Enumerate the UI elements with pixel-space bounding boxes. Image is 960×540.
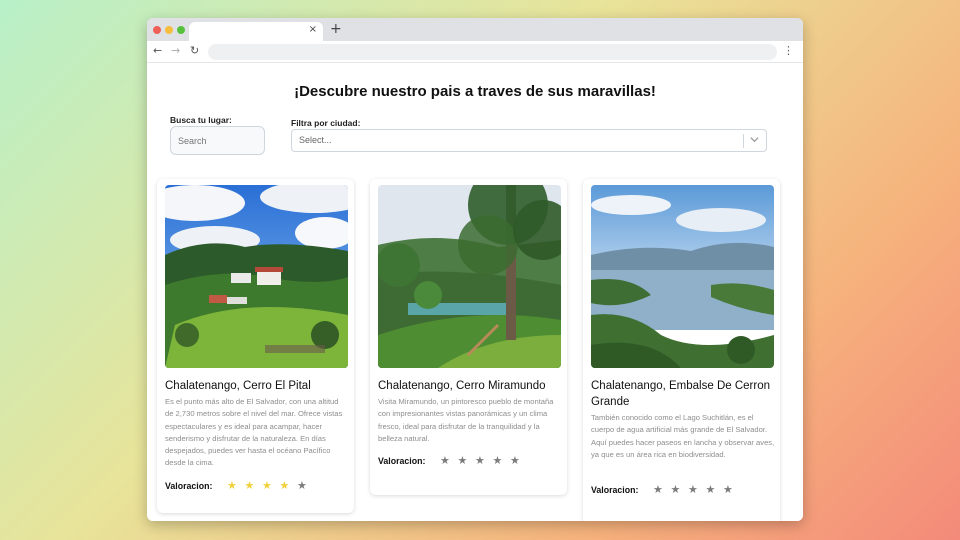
close-tab-icon[interactable]: × — [309, 24, 317, 35]
star-icon[interactable]: ★ — [280, 480, 290, 492]
card-title: Chalatenango, Cerro Miramundo — [378, 380, 546, 392]
star-icon[interactable]: ★ — [227, 480, 237, 492]
star-icon[interactable]: ★ — [723, 484, 733, 496]
rating-row: Valoracion: ★ ★ ★ ★ ★ — [378, 455, 562, 468]
browser-window: × + ← → ↻ ⋮ ¡Descubre nuestro pais a tra… — [147, 18, 803, 521]
maximize-window-button[interactable] — [177, 26, 185, 34]
page-title: ¡Descubre nuestro pais a traves de sus m… — [294, 83, 656, 100]
city-filter-label: Filtra por ciudad: — [291, 118, 361, 128]
place-card[interactable]: Chalatenango, Cerro Miramundo Visita Mir… — [370, 179, 567, 495]
rating-label: Valoracion: — [591, 485, 639, 495]
star-icon[interactable]: ★ — [510, 455, 520, 467]
search-input[interactable] — [170, 126, 265, 155]
star-icon[interactable]: ★ — [688, 484, 698, 496]
card-title: Chalatenango, Cerro El Pital — [165, 380, 311, 392]
address-bar[interactable] — [208, 44, 777, 60]
forest-trail-image — [378, 185, 561, 368]
mountain-landscape-image — [165, 185, 348, 368]
star-icon[interactable]: ★ — [297, 480, 307, 492]
place-card[interactable]: Chalatenango, Embalse De Cerron Grande T… — [583, 179, 780, 521]
card-description: Visita Miramundo, un pintoresco pueblo d… — [378, 397, 554, 443]
rating-label: Valoracion: — [165, 481, 213, 491]
star-icon[interactable]: ★ — [706, 484, 716, 496]
star-icon[interactable]: ★ — [475, 455, 485, 467]
star-icon[interactable]: ★ — [262, 480, 272, 492]
star-icon[interactable]: ★ — [458, 455, 468, 467]
browser-tab[interactable]: × — [189, 22, 323, 41]
star-icon[interactable]: ★ — [245, 480, 255, 492]
city-select[interactable]: Select... — [291, 129, 767, 152]
browser-toolbar: ← → ↻ ⋮ — [147, 41, 803, 63]
card-description: Es el punto más alto de El Salvador, con… — [165, 397, 343, 468]
select-divider — [743, 134, 744, 148]
minimize-window-button[interactable] — [165, 26, 173, 34]
city-select-value: Select... — [299, 135, 332, 145]
reload-icon[interactable]: ↻ — [190, 44, 199, 58]
browser-menu-icon[interactable]: ⋮ — [783, 44, 794, 58]
search-label: Busca tu lugar: — [170, 115, 232, 125]
star-icon[interactable]: ★ — [493, 455, 503, 467]
star-icon[interactable]: ★ — [653, 484, 663, 496]
card-description: También conocido como el Lago Suchitlán,… — [591, 413, 775, 459]
place-card[interactable]: Chalatenango, Cerro El Pital Es el punto… — [157, 179, 354, 513]
card-title: Chalatenango, Embalse De Cerron Grande — [591, 380, 770, 408]
new-tab-button[interactable]: + — [330, 21, 342, 37]
chevron-down-icon[interactable] — [750, 135, 759, 144]
star-icon[interactable]: ★ — [440, 455, 450, 467]
close-window-button[interactable] — [153, 26, 161, 34]
forward-arrow-icon[interactable]: → — [171, 44, 180, 58]
rating-row: Valoracion: ★ ★ ★ ★ ★ — [591, 484, 775, 497]
back-arrow-icon[interactable]: ← — [153, 44, 162, 58]
page-content: ¡Descubre nuestro pais a traves de sus m… — [147, 63, 803, 521]
tab-bar: × + — [147, 18, 803, 41]
lake-landscape-image — [591, 185, 774, 368]
rating-row: Valoracion: ★ ★ ★ ★ ★ — [165, 480, 349, 493]
rating-label: Valoracion: — [378, 456, 426, 466]
star-icon[interactable]: ★ — [671, 484, 681, 496]
